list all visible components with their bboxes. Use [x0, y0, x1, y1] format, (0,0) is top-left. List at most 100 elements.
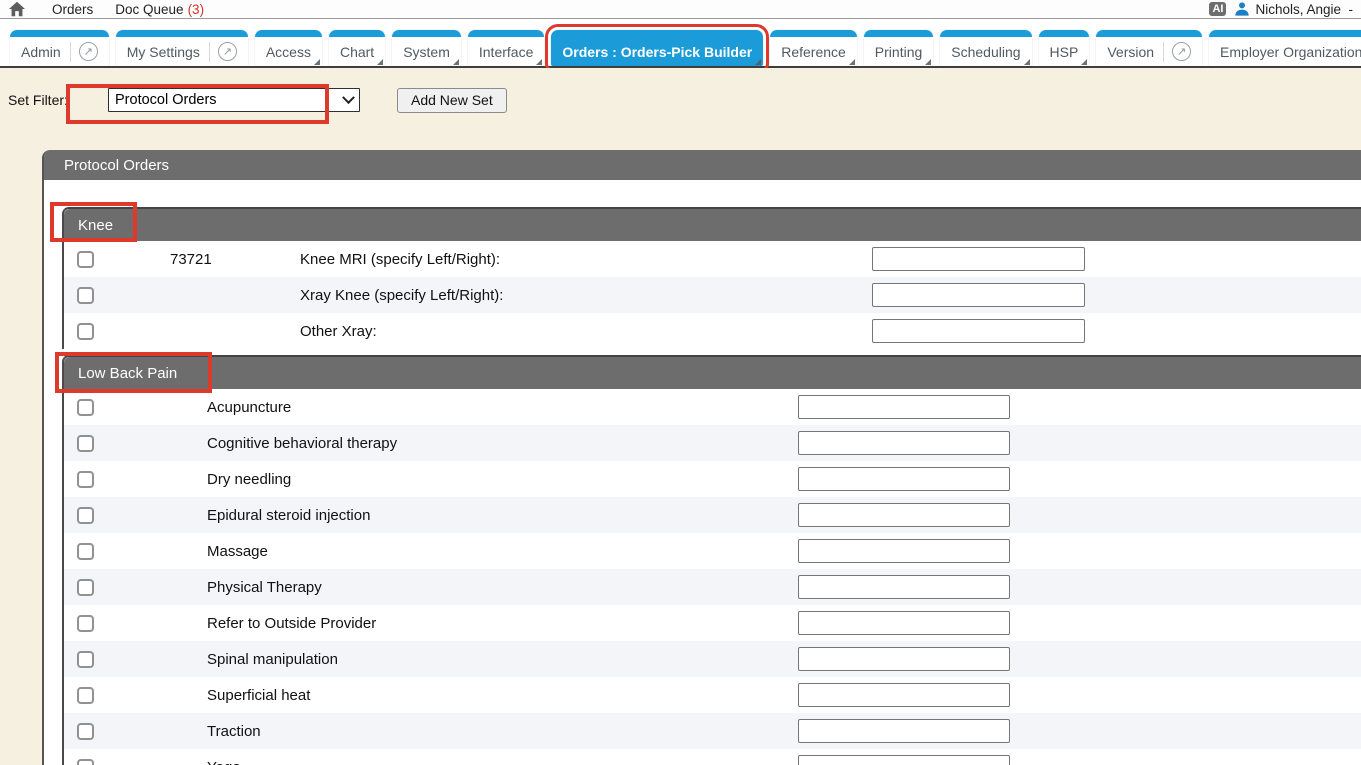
order-text-input[interactable] [872, 283, 1085, 307]
section-header: Knee [64, 209, 1361, 241]
user-icon [1234, 1, 1250, 17]
order-label: Xray Knee (specify Left/Right): [300, 287, 872, 304]
order-checkbox[interactable] [77, 251, 94, 268]
section-header: Low Back Pain [64, 357, 1361, 389]
section-rows: Acupuncture Cognitive behavioral therapy… [64, 389, 1361, 765]
order-label: Refer to Outside Provider [207, 615, 798, 632]
dropdown-caret-icon [377, 59, 383, 65]
popout-icon[interactable]: ↗ [79, 42, 98, 61]
section-knee: Knee 73721 Knee MRI (specify Left/Right)… [62, 207, 1361, 349]
tab-label: HSP [1050, 44, 1079, 60]
order-label: Massage [207, 543, 798, 560]
panel-header: Protocol Orders [44, 150, 1361, 180]
tab-label: Orders : Orders-Pick Builder [562, 44, 752, 60]
order-text-input[interactable] [798, 503, 1010, 527]
protocol-orders-panel: Protocol Orders Knee 73721 Knee MRI (spe… [42, 150, 1361, 765]
topbar: Orders Doc Queue (3) AI Nichols, Angie - [0, 0, 1361, 19]
dropdown-caret-icon [314, 59, 320, 65]
tab-label: Reference [781, 44, 846, 60]
order-checkbox[interactable] [77, 543, 94, 560]
order-text-input[interactable] [798, 683, 1010, 707]
home-icon[interactable] [8, 1, 26, 17]
order-row: Xray Knee (specify Left/Right): [64, 277, 1361, 313]
order-text-input[interactable] [798, 575, 1010, 599]
section-low-back-pain: Low Back Pain Acupuncture Cognitive beha… [62, 355, 1361, 765]
order-checkbox[interactable] [77, 615, 94, 632]
tab-access[interactable]: Access [255, 30, 322, 66]
order-text-input[interactable] [798, 719, 1010, 743]
section-title: Knee [78, 217, 113, 234]
tab-employer-organizations[interactable]: Employer Organizations ↗ [1209, 30, 1361, 66]
order-checkbox[interactable] [77, 651, 94, 668]
tab-my-settings[interactable]: My Settings ↗ [116, 30, 248, 66]
tab-system[interactable]: System [392, 30, 461, 66]
order-checkbox[interactable] [77, 579, 94, 596]
tab-scheduling[interactable]: Scheduling [940, 30, 1031, 66]
order-label: Spinal manipulation [207, 651, 798, 668]
order-checkbox[interactable] [77, 399, 94, 416]
order-row: Superficial heat [64, 677, 1361, 713]
popout-icon[interactable]: ↗ [218, 42, 237, 61]
order-text-input[interactable] [872, 247, 1085, 271]
order-checkbox[interactable] [77, 287, 94, 304]
app-logo-badge: AI [1209, 2, 1226, 16]
tab-printing[interactable]: Printing [864, 30, 933, 66]
tab-orders-pick-builder[interactable]: Orders : Orders-Pick Builder [551, 30, 763, 66]
dropdown-caret-icon [453, 59, 459, 65]
order-label: Cognitive behavioral therapy [207, 435, 798, 452]
order-text-input[interactable] [872, 319, 1085, 343]
set-filter-label: Set Filter: [8, 92, 108, 108]
nav-doc-queue[interactable]: Doc Queue [115, 2, 183, 17]
order-checkbox[interactable] [77, 323, 94, 340]
set-filter-select[interactable]: Protocol Orders [108, 88, 360, 112]
order-text-input[interactable] [798, 467, 1010, 491]
order-row: Physical Therapy [64, 569, 1361, 605]
order-checkbox[interactable] [77, 471, 94, 488]
order-checkbox[interactable] [77, 759, 94, 765]
order-label: Epidural steroid injection [207, 507, 798, 524]
tab-chart[interactable]: Chart [329, 30, 385, 66]
tab-version[interactable]: Version ↗ [1096, 30, 1202, 66]
order-label: Acupuncture [207, 399, 798, 416]
order-label: Knee MRI (specify Left/Right): [300, 251, 872, 268]
order-checkbox[interactable] [77, 687, 94, 704]
order-label: Other Xray: [300, 323, 872, 340]
order-label: Traction [207, 723, 798, 740]
order-row: Dry needling [64, 461, 1361, 497]
user-name[interactable]: Nichols, Angie - [1255, 2, 1353, 17]
add-new-set-button[interactable]: Add New Set [397, 88, 507, 113]
popout-icon[interactable]: ↗ [1172, 42, 1191, 61]
order-text-input[interactable] [798, 611, 1010, 635]
tab-label: Employer Organizations [1220, 44, 1361, 60]
order-checkbox[interactable] [77, 507, 94, 524]
order-text-input[interactable] [798, 647, 1010, 671]
order-text-input[interactable] [798, 755, 1010, 765]
tab-interface[interactable]: Interface [468, 30, 544, 66]
order-text-input[interactable] [798, 395, 1010, 419]
nav-orders[interactable]: Orders [52, 2, 93, 17]
tab-label: My Settings [127, 44, 200, 60]
tab-divider [209, 42, 210, 62]
dropdown-caret-icon [1024, 59, 1030, 65]
tab-admin[interactable]: Admin ↗ [10, 30, 109, 66]
order-label: Physical Therapy [207, 579, 798, 596]
section-rows: 73721 Knee MRI (specify Left/Right): Xra… [64, 241, 1361, 349]
order-row: Massage [64, 533, 1361, 569]
tab-label: Access [266, 44, 311, 60]
tab-reference[interactable]: Reference [770, 30, 857, 66]
tab-label: Chart [340, 44, 374, 60]
section-title: Low Back Pain [78, 365, 177, 382]
order-checkbox[interactable] [77, 435, 94, 452]
order-text-input[interactable] [798, 431, 1010, 455]
tab-hsp[interactable]: HSP [1039, 30, 1090, 66]
admin-tab-bar: Admin ↗ My Settings ↗ Access Chart Syste… [0, 19, 1361, 68]
tab-label: Scheduling [951, 44, 1020, 60]
order-row: Traction [64, 713, 1361, 749]
tab-divider [1163, 42, 1164, 62]
order-checkbox[interactable] [77, 723, 94, 740]
order-row: 73721 Knee MRI (specify Left/Right): [64, 241, 1361, 277]
order-code: 73721 [170, 251, 300, 268]
panel-body: Knee 73721 Knee MRI (specify Left/Right)… [44, 180, 1361, 765]
order-text-input[interactable] [798, 539, 1010, 563]
order-label: Yoga [207, 759, 798, 765]
